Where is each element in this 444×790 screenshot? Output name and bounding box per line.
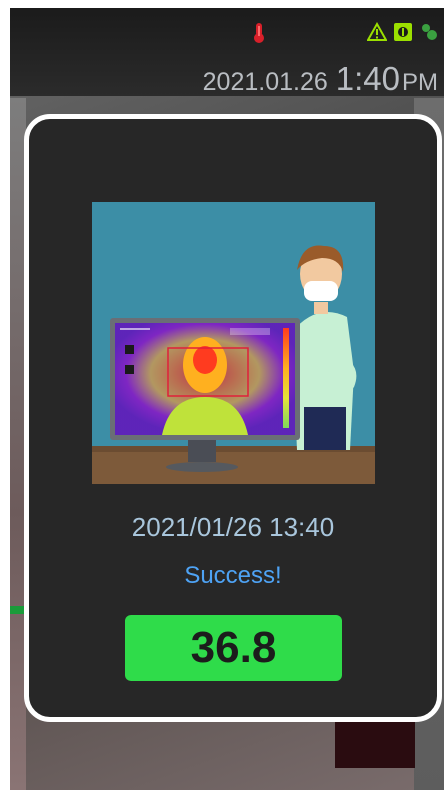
warning-icon[interactable] (367, 22, 387, 42)
temperature-value: 36.8 (190, 623, 277, 672)
status-time: 1:40 (335, 60, 400, 97)
leaf-icon[interactable] (419, 22, 439, 42)
status-ampm: PM (402, 69, 438, 96)
scan-timestamp: 2021/01/26 13:40 (131, 512, 335, 542)
status-bar: 2021.01.26 1:40 PM (10, 8, 444, 98)
temperature-display: 36.8 (125, 615, 342, 681)
scan-status: Success! (184, 562, 282, 589)
status-icons (367, 22, 439, 42)
thermal-scan-illustration (92, 202, 375, 484)
status-datetime: 2021.01.26 1:40 PM (203, 60, 438, 98)
thermometer-icon (254, 23, 264, 43)
status-date: 2021.01.26 (202, 68, 328, 96)
indicator-box-icon[interactable] (393, 22, 413, 42)
background-green-strip (10, 606, 24, 614)
